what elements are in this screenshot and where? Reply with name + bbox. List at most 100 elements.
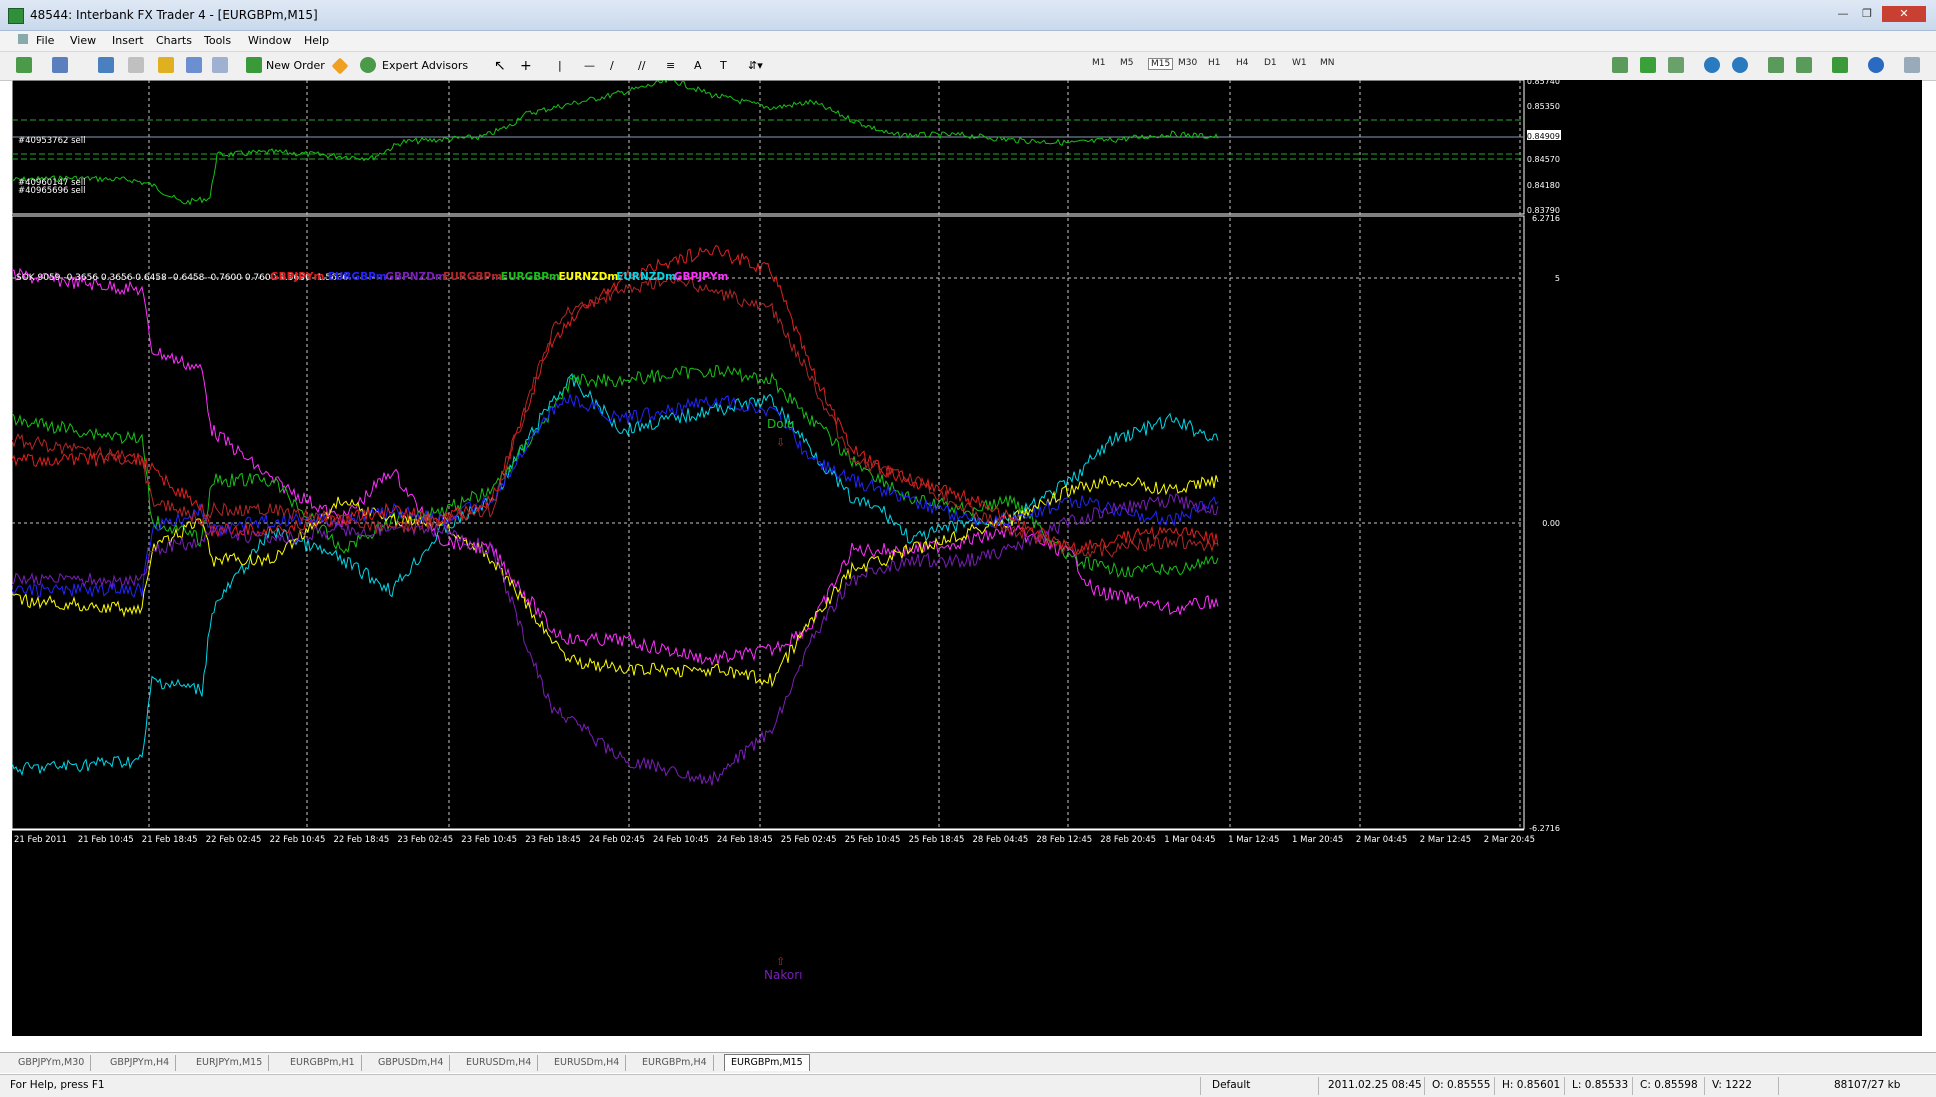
indicators-icon[interactable]: [1832, 57, 1848, 73]
timeframe-m30[interactable]: M30: [1178, 58, 1197, 68]
menu-view[interactable]: View: [70, 34, 96, 47]
timeframe-d1[interactable]: D1: [1264, 58, 1277, 68]
price-axis-label: 0.85350: [1527, 102, 1560, 111]
tab-eurjpym-m15[interactable]: EURJPYm,M15: [190, 1055, 270, 1071]
price-pane-border: [11, 79, 1525, 215]
status-help: For Help, press F1: [10, 1079, 105, 1091]
menu-window[interactable]: Window: [248, 34, 291, 47]
time-axis-label: 22 Feb 10:45: [270, 835, 326, 845]
indicator-axis-label: 6.2716: [1532, 214, 1560, 223]
status-divider: [1318, 1077, 1319, 1095]
autoscroll-icon[interactable]: [1768, 57, 1784, 73]
timeframe-m15[interactable]: M15: [1148, 58, 1174, 70]
channel-icon[interactable]: ∕∕: [638, 56, 645, 76]
horizontal-line-icon[interactable]: —: [584, 56, 595, 76]
profiles-icon[interactable]: [52, 57, 68, 73]
templates-icon[interactable]: [1904, 57, 1920, 73]
periods-icon[interactable]: [1868, 57, 1884, 73]
timeframe-mn[interactable]: MN: [1320, 58, 1335, 68]
menu-help[interactable]: Help: [304, 34, 329, 47]
text-label-icon[interactable]: T: [720, 56, 727, 76]
navigator-icon[interactable]: [158, 57, 174, 73]
line-chart-icon[interactable]: [1668, 57, 1684, 73]
cursor-icon[interactable]: ↖: [494, 56, 506, 76]
candle-chart-icon[interactable]: [1640, 57, 1656, 73]
bar-chart-icon[interactable]: [1612, 57, 1628, 73]
status-volume: V: 1222: [1712, 1079, 1752, 1091]
time-axis-label: 24 Feb 18:45: [717, 835, 773, 845]
new-order-button[interactable]: New Order: [266, 56, 325, 76]
fibonacci-icon[interactable]: ≡: [666, 56, 675, 76]
zoom-out-icon[interactable]: [1732, 57, 1748, 73]
chart-canvas[interactable]: 0.857400.853500.845700.841800.83790 0.84…: [11, 77, 1922, 1036]
new-chart-icon[interactable]: [16, 57, 32, 73]
timeframe-w1[interactable]: W1: [1292, 58, 1307, 68]
market-watch-icon[interactable]: [98, 57, 114, 73]
terminal-icon[interactable]: [186, 57, 202, 73]
menu-file[interactable]: File: [36, 34, 54, 47]
chart-window[interactable]: 0.85740 0.85350 0.84570 0.84180 0.83790 0.84…: [11, 77, 1922, 1036]
metaeditor-icon[interactable]: [331, 57, 349, 75]
time-axis-label: 28 Feb 12:45: [1036, 835, 1092, 845]
status-close: C: 0.85598: [1640, 1079, 1698, 1091]
order-label: #40965696 sell: [18, 186, 85, 196]
price-axis-label: 0.85740: [1527, 80, 1560, 86]
legend-item: EURGBPm: [501, 271, 560, 283]
time-axis-label: 2 Mar 04:45: [1356, 835, 1407, 845]
doc-icon[interactable]: [18, 34, 28, 44]
menu-tools[interactable]: Tools: [204, 34, 231, 47]
timeframe-h4[interactable]: H4: [1236, 58, 1249, 68]
time-axis-label: 2 Mar 20:45: [1484, 835, 1535, 845]
arrows-icon[interactable]: ⇵▾: [748, 56, 763, 76]
minimize-button[interactable]: —: [1832, 6, 1854, 22]
legend-item: EURGBPm: [443, 271, 502, 283]
annotation-nakori: Nakorı: [764, 968, 802, 982]
menu-insert[interactable]: Insert: [112, 34, 144, 47]
menu-charts[interactable]: Charts: [156, 34, 192, 47]
tab-eurgbpm-m15[interactable]: EURGBPm,M15: [724, 1054, 810, 1071]
tab-eurusdm-h4[interactable]: EURUSDm,H4: [460, 1055, 539, 1071]
crosshair-icon[interactable]: +: [520, 56, 532, 76]
title-bar: 48544: Interbank FX Trader 4 - [EURGBPm,…: [0, 0, 1936, 31]
tab-gbpusdm-h4[interactable]: GBPUSDm,H4: [372, 1055, 451, 1071]
restore-button[interactable]: ❐: [1856, 6, 1878, 22]
time-axis-label: 23 Feb 10:45: [461, 835, 517, 845]
arrow-down-icon: ⇩: [776, 436, 785, 449]
time-axis-label: 1 Mar 20:45: [1292, 835, 1343, 845]
price-axis-label: 0.84180: [1527, 181, 1560, 190]
indicator-axis-label: 0.00: [1542, 519, 1560, 528]
status-profile: Default: [1212, 1079, 1251, 1091]
expert-advisors-button[interactable]: Expert Advisors: [382, 56, 468, 76]
tab-eurusdm-h4-2[interactable]: EURUSDm,H4: [548, 1055, 627, 1071]
status-divider: [1778, 1077, 1779, 1095]
time-axis-label: 21 Feb 2011: [14, 835, 67, 845]
time-axis-label: 1 Mar 12:45: [1228, 835, 1279, 845]
text-icon[interactable]: A: [694, 56, 702, 76]
data-window-icon[interactable]: [128, 57, 144, 73]
new-order-icon[interactable]: [246, 57, 262, 73]
legend-item: EURGBPm: [328, 271, 387, 283]
vertical-line-icon[interactable]: |: [558, 56, 562, 76]
timeframe-m5[interactable]: M5: [1120, 58, 1134, 68]
tab-gbpjpym-m30[interactable]: GBPJPYm,M30: [12, 1055, 92, 1071]
time-axis-label: 1 Mar 04:45: [1164, 835, 1215, 845]
zoom-in-icon[interactable]: [1704, 57, 1720, 73]
tester-icon[interactable]: [212, 57, 228, 73]
time-axis-label: 24 Feb 10:45: [653, 835, 709, 845]
expert-advisors-icon[interactable]: [360, 57, 376, 73]
trendline-icon[interactable]: ∕: [610, 56, 614, 76]
tab-gbpjpym-h4[interactable]: GBPJPYm,H4: [104, 1055, 177, 1071]
time-axis-label: 28 Feb 04:45: [973, 835, 1029, 845]
tab-eurgbpm-h1[interactable]: EURGBPm,H1: [284, 1055, 362, 1071]
timeframe-h1[interactable]: H1: [1208, 58, 1221, 68]
legend-item: EURNZDm: [559, 271, 619, 283]
indicator-series-line: [11, 475, 1219, 688]
indicator-series-line: [11, 267, 1219, 667]
timeframe-m1[interactable]: M1: [1092, 58, 1106, 68]
tab-eurgbpm-h4[interactable]: EURGBPm,H4: [636, 1055, 714, 1071]
status-divider: [1424, 1077, 1425, 1095]
time-axis-label: 22 Feb 18:45: [334, 835, 390, 845]
chart-shift-icon[interactable]: [1796, 57, 1812, 73]
close-button[interactable]: ✕: [1882, 6, 1926, 22]
time-axis-label: 23 Feb 02:45: [397, 835, 453, 845]
